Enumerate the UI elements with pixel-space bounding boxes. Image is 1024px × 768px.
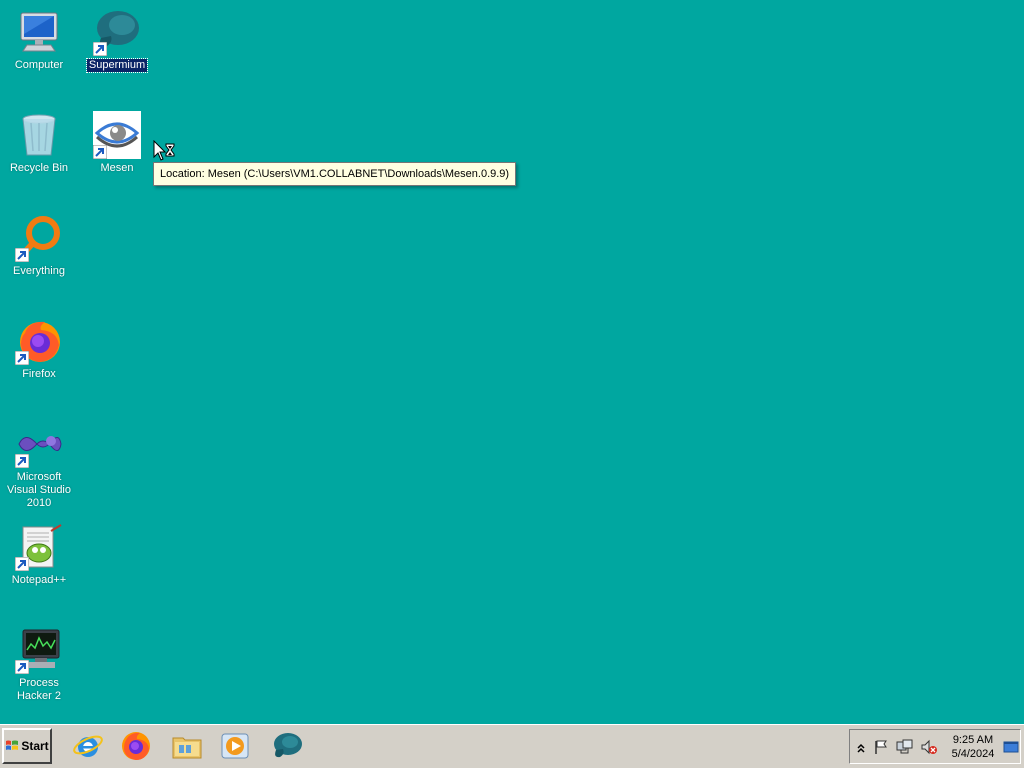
shortcut-arrow-icon (15, 557, 29, 571)
desktop-icon-label: Supermium (85, 58, 149, 73)
shortcut-arrow-icon (15, 660, 29, 674)
supermium-icon (93, 8, 141, 56)
desktop-icon-notepadpp[interactable]: Notepad++ (0, 523, 78, 587)
taskbar-supermium[interactable] (271, 730, 303, 762)
supermium-icon (274, 733, 302, 758)
shortcut-arrow-icon (93, 42, 107, 56)
desktop-icon-label: Recycle Bin (9, 162, 69, 174)
start-label: Start (21, 739, 49, 753)
network-icon[interactable] (896, 739, 914, 755)
desktop[interactable]: Computer Supermium Recycle Bin Mesen Eve… (0, 0, 1024, 724)
show-desktop-icon[interactable] (1002, 739, 1019, 755)
notepadpp-icon (15, 523, 63, 571)
visual-studio-icon (15, 420, 63, 468)
taskbar-clock[interactable]: 9:25 AM 5/4/2024 (945, 733, 1001, 761)
shortcut-arrow-icon (15, 351, 29, 365)
file-explorer-icon (172, 737, 202, 759)
everything-icon (15, 214, 63, 262)
process-hacker-icon (15, 626, 63, 674)
system-tray: 9:25 AM 5/4/2024 (849, 729, 1021, 764)
taskbar-media-player[interactable] (219, 730, 251, 762)
desktop-icon-label: Process Hacker 2 (16, 677, 62, 702)
desktop-icon-mesen[interactable]: Mesen (78, 111, 156, 175)
shortcut-arrow-icon (15, 454, 29, 468)
desktop-icon-label: Firefox (22, 368, 56, 380)
internet-explorer-icon (73, 735, 103, 757)
start-button[interactable]: Start (2, 728, 52, 764)
desktop-icon-label: Everything (13, 265, 65, 277)
shortcut-arrow-icon (15, 248, 29, 262)
desktop-icon-everything[interactable]: Everything (0, 214, 78, 278)
mesen-location-tooltip: Location: Mesen (C:\Users\VM1.COLLABNET\… (153, 162, 517, 186)
desktop-icon-label: Notepad++ (11, 574, 67, 586)
clock-time: 9:25 AM (952, 734, 994, 746)
taskbar-internet-explorer[interactable] (72, 730, 104, 762)
shortcut-arrow-icon (93, 145, 107, 159)
firefox-icon (122, 732, 150, 760)
desktop-icon-computer[interactable]: Computer (0, 8, 78, 72)
desktop-icon-firefox[interactable]: Firefox (0, 317, 78, 381)
desktop-icon-recycle-bin[interactable]: Recycle Bin (0, 111, 78, 175)
taskbar: Start 9:25 AM 5/4/2024 (0, 724, 1024, 768)
windows-logo-icon (6, 740, 19, 750)
desktop-icon-label: Computer (14, 59, 64, 71)
desktop-icon-label: Mesen (100, 162, 134, 174)
desktop-icon-process-hacker[interactable]: Process Hacker 2 (0, 626, 78, 703)
desktop-icon-supermium[interactable]: Supermium (78, 8, 156, 73)
desktop-icon-label: Microsoft Visual Studio 2010 (6, 471, 71, 509)
volume-muted-icon[interactable] (920, 739, 938, 755)
busy-cursor-icon (153, 139, 177, 162)
firefox-icon (15, 317, 63, 365)
media-player-icon (221, 733, 249, 759)
clock-date: 5/4/2024 (951, 748, 995, 760)
taskbar-firefox[interactable] (120, 730, 152, 762)
desktop-icon-visual-studio[interactable]: Microsoft Visual Studio 2010 (0, 420, 78, 510)
recycle-bin-icon (15, 111, 63, 159)
action-center-flag-icon[interactable] (872, 739, 890, 755)
computer-icon (15, 8, 63, 56)
show-hidden-icons-chevron-icon[interactable] (852, 739, 865, 755)
taskbar-file-explorer[interactable] (171, 730, 203, 762)
mesen-icon (93, 111, 141, 159)
